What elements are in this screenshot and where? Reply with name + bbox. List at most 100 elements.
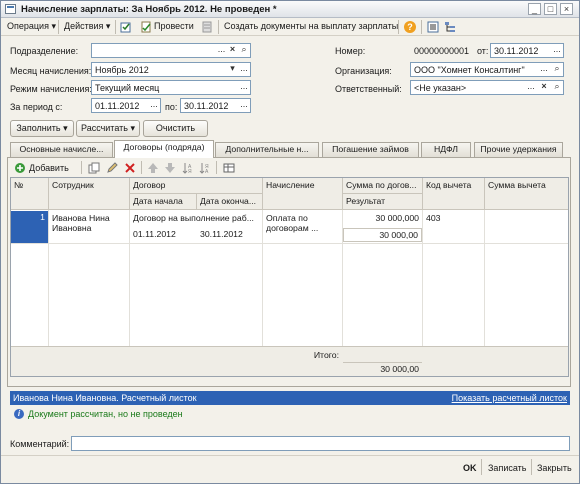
tab-additional-accruals[interactable]: Дополнительные н... xyxy=(215,142,319,157)
payslip-bar: Иванова Нина Ивановна. Расчетный листок … xyxy=(10,391,570,405)
col-header-contract[interactable]: Договор xyxy=(130,178,263,194)
end-date-cell[interactable]: 30.11.2012 xyxy=(197,228,262,240)
tab-loan-repayment[interactable]: Погашение займов xyxy=(322,142,419,157)
toolbar-separator xyxy=(218,20,219,34)
contract-cell[interactable]: Договор на выполнение раб... xyxy=(130,212,262,224)
col-header-deduction-sum[interactable]: Сумма вычета xyxy=(485,178,568,210)
toolbar-separator xyxy=(58,20,59,34)
col-header-start-date[interactable]: Дата начала xyxy=(130,194,197,210)
calendar-icon[interactable]: ... xyxy=(148,99,160,112)
org-label: Организация: xyxy=(335,66,392,76)
window-title: Начисление зарплаты: За Ноябрь 2012. Не … xyxy=(21,4,277,15)
calendar-icon[interactable]: ... xyxy=(238,99,250,112)
month-label: Месяц начисления: xyxy=(10,66,92,76)
add-row-button[interactable]: Добавить xyxy=(29,163,69,173)
toolbar-separator xyxy=(81,161,82,174)
structure-icon[interactable] xyxy=(444,21,456,33)
period-label: За период с: xyxy=(10,102,63,112)
col-header-accrual[interactable]: Начисление xyxy=(263,178,343,210)
edit-icon[interactable] xyxy=(106,162,118,174)
save-button[interactable]: Записать xyxy=(488,463,526,473)
post-icon[interactable] xyxy=(140,21,152,33)
accrual-cell[interactable]: Оплата по договорам ... xyxy=(263,212,342,242)
col-header-contract-sum[interactable]: Сумма по догов... xyxy=(343,178,423,194)
row-num-cell[interactable]: 1 xyxy=(11,211,48,243)
help-icon[interactable]: ? xyxy=(404,21,416,33)
col-header-deduction-code[interactable]: Код вычета xyxy=(423,178,485,210)
period-to-label: по: xyxy=(165,102,178,112)
movements-icon[interactable] xyxy=(201,21,213,33)
show-payslip-link[interactable]: Показать расчетный листок xyxy=(452,393,567,403)
comment-input[interactable] xyxy=(71,436,570,451)
calendar-icon[interactable]: ... xyxy=(551,44,563,57)
search-icon[interactable]: ⌕ xyxy=(551,63,563,76)
button-separator xyxy=(531,459,532,475)
sort-asc-icon[interactable]: AЯ xyxy=(182,162,194,174)
toolbar-separator xyxy=(115,20,116,34)
tab-contracts[interactable]: Договоры (подряда) xyxy=(114,140,214,158)
select-button[interactable]: ... xyxy=(538,63,550,76)
payslip-title: Иванова Нина Ивановна. Расчетный листок xyxy=(13,393,197,403)
add-icon[interactable] xyxy=(14,162,26,174)
ok-button[interactable]: OK xyxy=(463,463,477,473)
fill-button[interactable]: Заполнить ▾ xyxy=(10,120,74,137)
select-button[interactable]: ... xyxy=(238,63,250,76)
operation-menu[interactable]: Операция ▾ xyxy=(7,21,56,32)
delete-icon[interactable] xyxy=(124,162,136,174)
result-cell[interactable]: 30 000,00 xyxy=(343,228,422,242)
actions-menu[interactable]: Действия ▾ xyxy=(64,21,110,32)
toolbar-separator xyxy=(421,20,422,34)
comment-label: Комментарий: xyxy=(10,439,70,449)
chevron-down-icon: ▾ xyxy=(63,123,68,133)
close-window-button[interactable]: × xyxy=(560,3,573,15)
tab-ndfl[interactable]: НДФЛ xyxy=(421,142,471,157)
create-payment-docs-button[interactable]: Создать документы на выплату зарплаты xyxy=(224,21,398,31)
employee-cell[interactable]: Иванова Нина Ивановна xyxy=(49,212,129,242)
document-window: Начисление зарплаты: За Ноябрь 2012. Не … xyxy=(0,0,580,484)
search-icon[interactable]: ⌕ xyxy=(238,44,250,57)
post-button[interactable]: Провести xyxy=(154,21,194,31)
sort-desc-icon[interactable]: ЯA xyxy=(199,162,211,174)
deduction-code-cell[interactable]: 403 xyxy=(423,212,484,224)
button-separator xyxy=(481,459,482,475)
status-message: Документ рассчитан, но не проведен xyxy=(28,409,183,419)
table-footer: Итого: 30 000,00 xyxy=(11,346,568,376)
close-button[interactable]: Закрыть xyxy=(537,463,572,473)
copy-icon[interactable] xyxy=(88,162,100,174)
tab-other-deductions[interactable]: Прочие удержания xyxy=(474,142,563,157)
info-icon: i xyxy=(14,409,24,419)
start-date-cell[interactable]: 01.11.2012 xyxy=(130,228,197,240)
move-up-icon[interactable] xyxy=(147,162,159,174)
list-settings-icon[interactable] xyxy=(427,21,439,33)
date-label: от: xyxy=(477,46,489,56)
contract-sum-cell[interactable]: 30 000,000 xyxy=(343,212,422,224)
column-divider xyxy=(484,210,485,346)
select-button[interactable]: ... xyxy=(238,81,250,94)
move-down-icon[interactable] xyxy=(164,162,176,174)
col-header-result[interactable]: Результат xyxy=(343,194,423,210)
maximize-button[interactable]: □ xyxy=(544,3,557,15)
month-dropdown-icon[interactable]: ▾ xyxy=(227,63,238,76)
clear-icon[interactable]: × xyxy=(538,81,550,94)
minimize-button[interactable]: _ xyxy=(528,3,541,15)
column-divider xyxy=(422,210,423,346)
footer-divider xyxy=(1,455,579,456)
calculate-button[interactable]: Рассчитать ▾ xyxy=(76,120,140,137)
post-and-close-icon[interactable] xyxy=(120,21,132,33)
col-header-employee[interactable]: Сотрудник xyxy=(49,178,130,210)
mode-input[interactable]: Текущий месяц xyxy=(91,80,251,95)
select-button[interactable]: ... xyxy=(216,44,227,57)
deduction-sum-cell[interactable] xyxy=(485,212,567,214)
col-header-num[interactable]: № xyxy=(11,178,49,210)
contracts-table[interactable]: № Сотрудник Договор Дата начала Дата око… xyxy=(10,177,569,377)
tab-main-accruals[interactable]: Основные начисле... xyxy=(10,142,113,157)
responsible-label: Ответственный: xyxy=(335,84,402,94)
clear-button[interactable]: Очистить xyxy=(143,120,208,137)
table-settings-icon[interactable] xyxy=(223,162,235,174)
col-header-end-date[interactable]: Дата оконча... xyxy=(197,194,263,210)
search-icon[interactable]: ⌕ xyxy=(551,81,563,94)
chevron-down-icon: ▾ xyxy=(130,123,135,133)
clear-icon[interactable]: × xyxy=(227,44,238,57)
calculate-button-label: Рассчитать xyxy=(80,123,128,133)
select-button[interactable]: ... xyxy=(525,81,537,94)
